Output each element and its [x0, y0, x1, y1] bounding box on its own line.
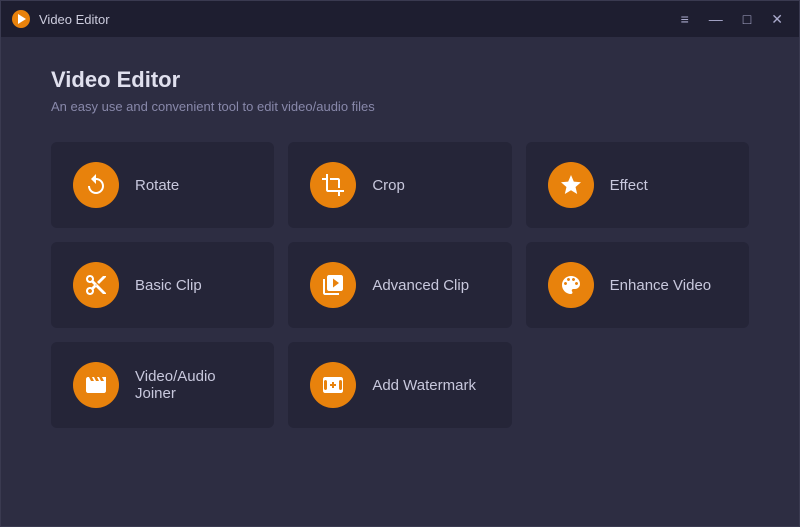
palette-icon-circle — [548, 262, 594, 308]
crop-icon — [321, 173, 345, 197]
enhance-video-label: Enhance Video — [610, 277, 711, 294]
window-title: Video Editor — [39, 12, 110, 27]
watermark-icon-circle — [310, 362, 356, 408]
palette-icon — [559, 273, 583, 297]
crop-label: Crop — [372, 177, 405, 194]
title-bar-left: Video Editor — [11, 9, 110, 29]
film-icon-circle — [73, 362, 119, 408]
page-title: Video Editor — [51, 67, 749, 93]
effect-icon-circle — [548, 162, 594, 208]
effect-label: Effect — [610, 177, 648, 194]
effect-icon — [559, 173, 583, 197]
rotate-tool[interactable]: Rotate — [51, 142, 274, 228]
title-bar-controls: ≡ — □ ✕ — [675, 10, 789, 28]
tools-grid: Rotate Crop Effect — [51, 142, 749, 428]
rotate-icon-circle — [73, 162, 119, 208]
rotate-icon — [84, 173, 108, 197]
basic-clip-tool[interactable]: Basic Clip — [51, 242, 274, 328]
crop-icon-circle — [310, 162, 356, 208]
advanced-clip-icon-circle — [310, 262, 356, 308]
app-icon — [11, 9, 31, 29]
crop-tool[interactable]: Crop — [288, 142, 511, 228]
joiner-tool[interactable]: Video/Audio Joiner — [51, 342, 274, 428]
minimize-button[interactable]: — — [703, 10, 729, 28]
joiner-label: Video/Audio Joiner — [135, 368, 252, 402]
rotate-label: Rotate — [135, 177, 179, 194]
page-subtitle: An easy use and convenient tool to edit … — [51, 99, 749, 114]
watermark-label: Add Watermark — [372, 377, 476, 394]
scissors-icon — [84, 273, 108, 297]
close-button[interactable]: ✕ — [765, 10, 789, 28]
film-icon — [84, 373, 108, 397]
watermark-icon — [321, 373, 345, 397]
content-area: Video Editor An easy use and convenient … — [1, 37, 799, 526]
advanced-clip-label: Advanced Clip — [372, 277, 469, 294]
maximize-button[interactable]: □ — [737, 10, 757, 28]
advanced-clip-icon — [321, 273, 345, 297]
title-bar: Video Editor ≡ — □ ✕ — [1, 1, 799, 37]
enhance-video-tool[interactable]: Enhance Video — [526, 242, 749, 328]
advanced-clip-tool[interactable]: Advanced Clip — [288, 242, 511, 328]
menu-button[interactable]: ≡ — [675, 10, 695, 28]
effect-tool[interactable]: Effect — [526, 142, 749, 228]
watermark-tool[interactable]: Add Watermark — [288, 342, 511, 428]
main-window: Video Editor ≡ — □ ✕ Video Editor An eas… — [0, 0, 800, 527]
basic-clip-label: Basic Clip — [135, 277, 202, 294]
scissors-icon-circle — [73, 262, 119, 308]
